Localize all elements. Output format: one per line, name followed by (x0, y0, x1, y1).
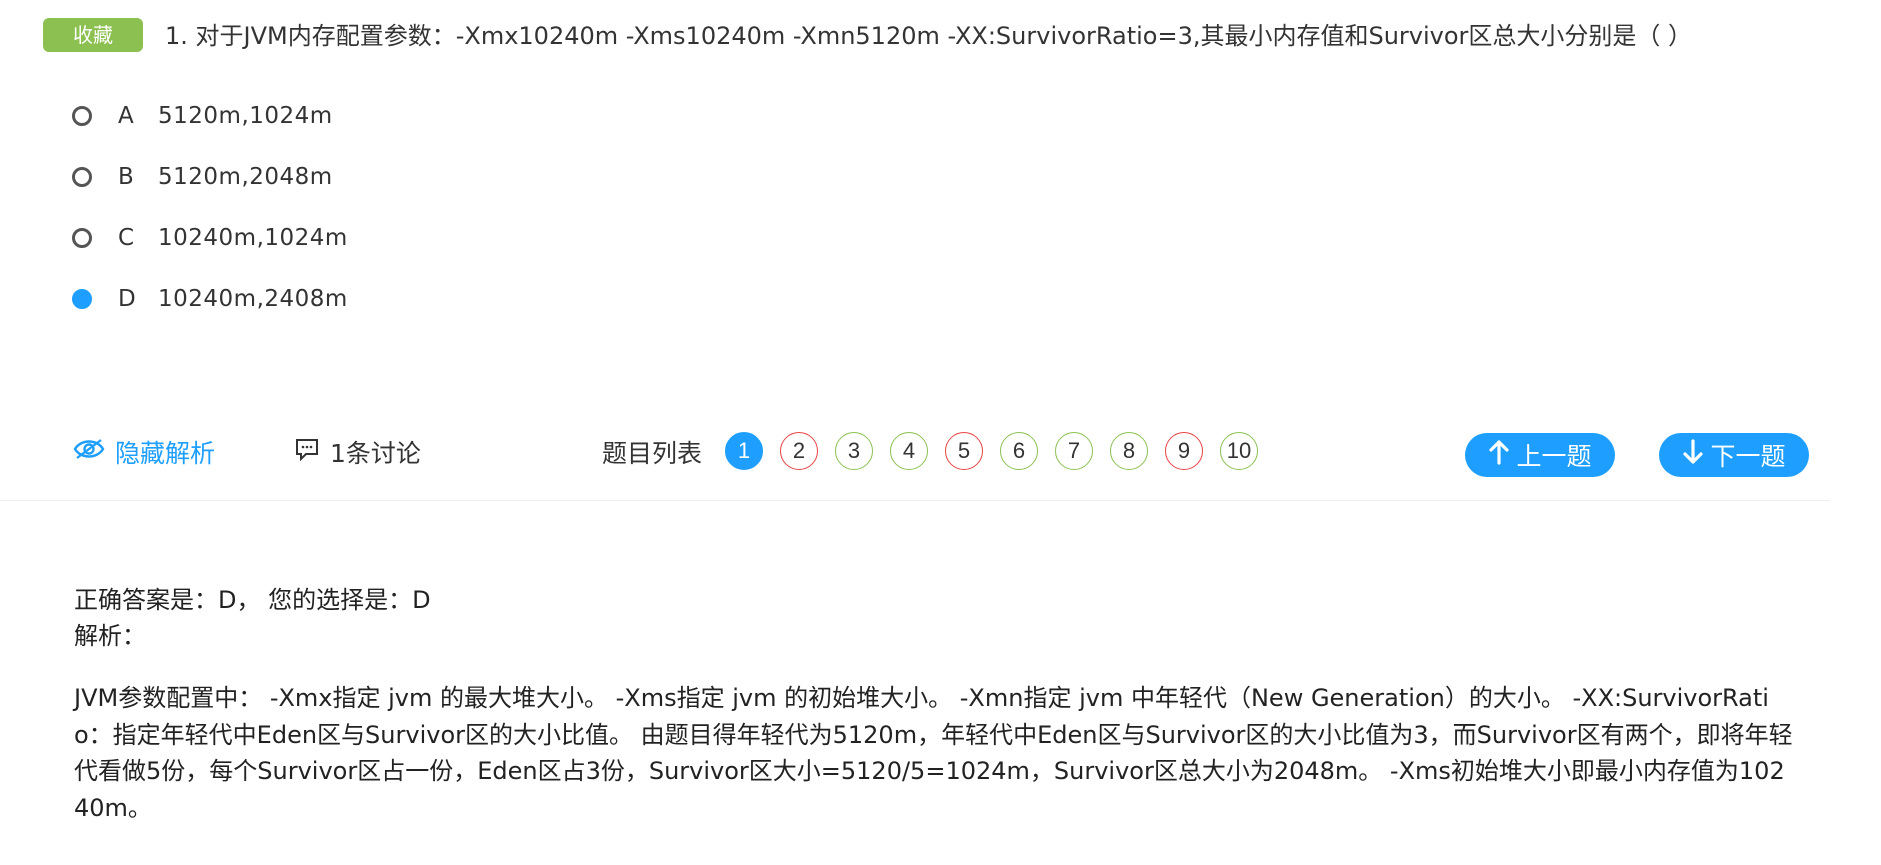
discussion-link[interactable]: 1条讨论 (294, 434, 421, 470)
toolbar-divider (0, 500, 1830, 501)
question-number-7[interactable]: 7 (1055, 432, 1093, 470)
option-a-letter: A (118, 103, 134, 129)
option-b[interactable]: B 5120m,2048m (72, 159, 333, 195)
next-question-label: 下一题 (1710, 442, 1786, 471)
answer-line: 正确答案是：D， 您的选择是：D (74, 586, 431, 614)
option-c-letter: C (118, 225, 135, 251)
radio-c[interactable] (72, 228, 92, 248)
option-b-letter: B (118, 164, 134, 190)
question-number-9[interactable]: 9 (1165, 432, 1203, 470)
hide-analysis-label: 隐藏解析 (115, 439, 216, 468)
question-number-8[interactable]: 8 (1110, 432, 1148, 470)
prev-question-button[interactable]: 上一题 (1465, 433, 1615, 477)
option-d-text: 10240m,2408m (158, 286, 348, 312)
favorite-button[interactable]: 收藏 (43, 18, 143, 52)
question-number-2[interactable]: 2 (780, 432, 818, 470)
analysis-text: JVM参数配置中： -Xmx指定 jvm 的最大堆大小。 -Xms指定 jvm … (74, 684, 1793, 822)
question-title: 1. 对于JVM内存配置参数：-Xmx10240m -Xms10240m -Xm… (165, 22, 1693, 50)
option-b-text: 5120m,2048m (158, 164, 333, 190)
option-a-text: 5120m,1024m (158, 103, 333, 129)
option-a[interactable]: A 5120m,1024m (72, 98, 333, 134)
option-c[interactable]: C 10240m,1024m (72, 220, 348, 256)
question-number-5[interactable]: 5 (945, 432, 983, 470)
arrow-down-icon (1682, 439, 1710, 471)
question-number-10[interactable]: 10 (1220, 432, 1258, 470)
discussion-label: 1条讨论 (330, 439, 421, 468)
analysis-label: 解析： (74, 622, 146, 650)
question-number-3[interactable]: 3 (835, 432, 873, 470)
arrow-up-icon (1488, 439, 1516, 471)
eye-icon (73, 437, 115, 467)
option-d-letter: D (118, 286, 136, 312)
radio-d[interactable] (72, 289, 92, 309)
option-c-text: 10240m,1024m (158, 225, 348, 251)
hide-analysis-button[interactable]: 隐藏解析 (73, 434, 215, 470)
question-list-label: 题目列表 (602, 439, 703, 468)
comment-icon (294, 436, 330, 468)
radio-b[interactable] (72, 167, 92, 187)
option-d[interactable]: D 10240m,2408m (72, 281, 348, 317)
radio-a[interactable] (72, 106, 92, 126)
prev-question-label: 上一题 (1516, 442, 1592, 471)
question-number-4[interactable]: 4 (890, 432, 928, 470)
question-number-6[interactable]: 6 (1000, 432, 1038, 470)
next-question-button[interactable]: 下一题 (1659, 433, 1809, 477)
question-number-1[interactable]: 1 (725, 432, 763, 470)
